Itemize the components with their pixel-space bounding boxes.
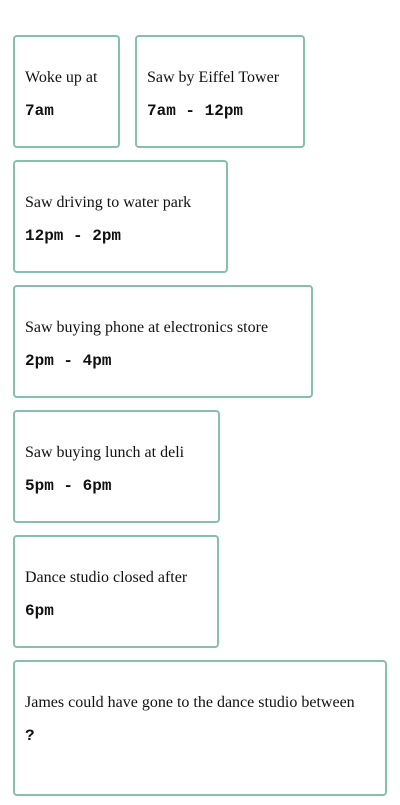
event-time: 7am (25, 102, 54, 120)
event-time: 2pm - 4pm (25, 352, 112, 370)
event-label: Saw by Eiffel Tower (147, 69, 280, 86)
event-card-deli: Saw buying lunch at deli 5pm - 6pm (13, 410, 220, 523)
event-label: Saw buying lunch at deli (25, 444, 185, 461)
question-card: James could have gone to the dance studi… (13, 660, 387, 796)
event-card-electronics-store: Saw buying phone at electronics store 2p… (13, 285, 313, 398)
event-card-eiffel-tower: Saw by Eiffel Tower 7am - 12pm (135, 35, 305, 148)
question-label: James could have gone to the dance studi… (25, 694, 355, 711)
event-label: Woke up at (25, 69, 98, 86)
event-label: Saw driving to water park (25, 194, 192, 211)
event-card-water-park: Saw driving to water park 12pm - 2pm (13, 160, 228, 273)
event-time: 6pm (25, 602, 54, 620)
event-label: Saw buying phone at electronics store (25, 319, 269, 336)
event-time: 5pm - 6pm (25, 477, 112, 495)
event-time: 7am - 12pm (147, 102, 244, 120)
question-answer: ? (25, 727, 35, 745)
timeline-cards: Woke up at 7am Saw by Eiffel Tower 7am -… (13, 35, 387, 796)
event-label: Dance studio closed after (25, 569, 188, 586)
event-time: 12pm - 2pm (25, 227, 122, 245)
event-card-woke-up: Woke up at 7am (13, 35, 120, 148)
event-card-dance-studio-closed: Dance studio closed after 6pm (13, 535, 219, 648)
